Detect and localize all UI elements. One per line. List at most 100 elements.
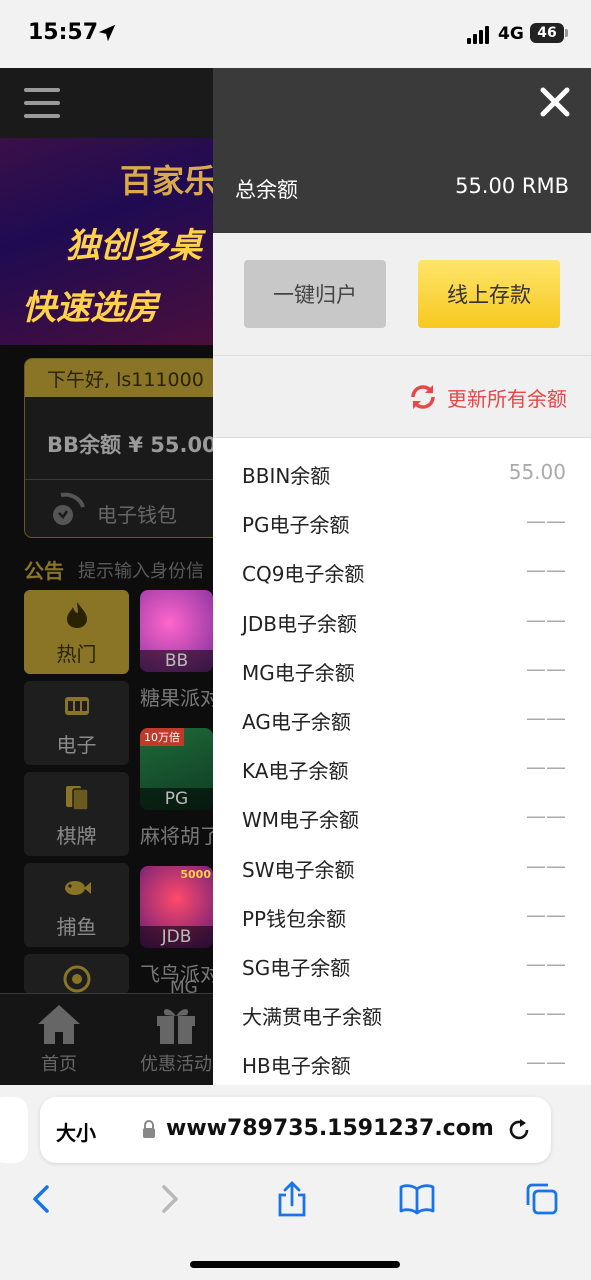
tabs-icon[interactable] — [524, 1181, 560, 1217]
game-tag: 10万倍 — [140, 728, 184, 746]
refresh-icon — [411, 385, 435, 409]
balance-row: WM电子余额 —— — [213, 792, 591, 841]
forward-icon[interactable] — [151, 1181, 187, 1217]
game-name: 糖果派对 — [140, 686, 213, 710]
balance-value: —— — [526, 1050, 566, 1075]
close-icon[interactable] — [535, 82, 575, 122]
balance-value: —— — [526, 804, 566, 829]
balance-row: PP钱包余额 —— — [213, 891, 591, 940]
slot-machine-icon — [65, 697, 89, 715]
balance-value: —— — [526, 705, 566, 730]
game-provider-badge: JDB — [140, 926, 213, 948]
chip-icon — [63, 965, 91, 993]
game-tag: 5000 — [180, 868, 211, 881]
game-provider-badge: PG — [140, 788, 213, 810]
balance-name: SG电子余额 — [242, 955, 351, 980]
balance-value: —— — [526, 853, 566, 878]
background-page: 百家乐 独创多桌 快速选房 下午好, ls111000 BB余额 ¥ 55.00… — [0, 68, 213, 1085]
balance-name: JDB电子余额 — [242, 611, 358, 636]
balance-value: —— — [526, 509, 566, 534]
balance-row: CQ9电子余额 —— — [213, 546, 591, 595]
status-time: 15:57 — [28, 20, 99, 45]
battery-icon: 46 — [530, 23, 568, 43]
game-name: 麻将胡了 — [140, 824, 213, 848]
category-slots[interactable]: 电子 — [24, 681, 129, 765]
balance-value: —— — [526, 951, 566, 976]
banner-line-3: 快速选房 — [22, 288, 158, 328]
previous-tab-preview[interactable] — [0, 1097, 28, 1163]
balance-row: PG电子余额 —— — [213, 497, 591, 546]
balance-row: SG电子余额 —— — [213, 940, 591, 989]
back-icon[interactable] — [24, 1181, 60, 1217]
total-balance-value: 55.00 RMB — [455, 174, 569, 198]
text-size-button[interactable]: 大小 — [56, 1117, 96, 1146]
refresh-all-balances-button[interactable]: 更新所有余额 — [409, 382, 567, 412]
game-tile[interactable]: BB — [140, 590, 213, 672]
game-provider-badge: BB — [140, 650, 213, 672]
category-label: 捕鱼 — [56, 915, 97, 939]
refresh-area: 更新所有余额 — [213, 356, 591, 438]
balance-row: 大满贯电子余额 —— — [213, 989, 591, 1038]
balance-name: PP钱包余额 — [242, 906, 347, 931]
promo-banner[interactable]: 百家乐 独创多桌 快速选房 — [0, 138, 213, 345]
balance-name: CQ9电子余额 — [242, 562, 365, 587]
banner-line-1: 百家乐 — [120, 162, 213, 200]
balance-name: MG电子余额 — [242, 660, 355, 685]
balance-name: WM电子余额 — [242, 808, 360, 833]
fish-icon — [65, 881, 91, 895]
balance-row: AG电子余额 —— — [213, 694, 591, 743]
balance-name: 大满贯电子余额 — [242, 1005, 382, 1030]
drawer-header: 总余额 55.00 RMB — [213, 68, 591, 233]
browser-toolbar: 大小 www789735.1591237.com — [0, 1085, 591, 1280]
nav-home[interactable]: 首页 — [14, 1002, 104, 1076]
category-cards[interactable]: 棋牌 — [24, 772, 129, 856]
balance-value: —— — [526, 558, 566, 583]
reload-icon[interactable] — [506, 1117, 532, 1143]
address-bar[interactable]: 大小 www789735.1591237.com — [40, 1097, 551, 1163]
category-fishing[interactable]: 捕鱼 — [24, 863, 129, 947]
bookmarks-icon[interactable] — [399, 1181, 435, 1217]
balance-row: MG电子余额 —— — [213, 645, 591, 694]
balance-name: SW电子余额 — [242, 857, 355, 882]
balance-drawer: 总余额 55.00 RMB 一键归户 线上存款 更新所有余额 BBIN余额 55.… — [213, 68, 591, 1085]
cellular-signal-icon — [467, 26, 491, 44]
network-type: 4G — [498, 24, 524, 44]
home-indicator — [190, 1261, 400, 1268]
game-tile[interactable]: 5000 JDB — [140, 866, 213, 948]
balance-value: —— — [526, 607, 566, 632]
category-hot[interactable]: 热门 — [24, 590, 129, 674]
share-icon[interactable] — [274, 1181, 310, 1217]
online-deposit-button[interactable]: 线上存款 — [418, 260, 560, 328]
menu-icon[interactable] — [24, 88, 60, 118]
nav-label: 首页 — [41, 1054, 77, 1075]
url-text: www789735.1591237.com — [166, 1116, 494, 1141]
balance-name: PG电子余额 — [242, 513, 350, 538]
category-more[interactable] — [24, 954, 129, 994]
home-icon — [38, 1005, 80, 1044]
total-balance-label: 总余额 — [235, 178, 298, 202]
balance-row: SW电子余额 —— — [213, 842, 591, 891]
nav-promotions[interactable]: 优惠活动 — [131, 1002, 213, 1076]
lock-icon — [143, 1120, 155, 1138]
balance-name: BBIN余额 — [242, 464, 331, 488]
category-label: 棋牌 — [56, 824, 97, 848]
refresh-label: 更新所有余额 — [447, 386, 567, 411]
wallet-link[interactable]: 电子钱包 — [97, 499, 177, 528]
banner-line-2: 独创多桌 — [66, 226, 202, 266]
balance-name: KA电子余额 — [242, 759, 349, 784]
greeting: 下午好, ls111000 — [25, 359, 213, 397]
app-header — [0, 68, 213, 138]
gift-icon — [157, 1009, 195, 1044]
game-tile[interactable]: 10万倍 PG — [140, 728, 213, 810]
balance-value: —— — [526, 656, 566, 681]
account-balance: BB余额 ¥ 55.00 — [47, 433, 213, 457]
status-bar: 15:57 4G 46 — [0, 0, 591, 68]
balance-value: —— — [526, 902, 566, 927]
notice-label: 公告 — [24, 559, 64, 583]
balance-row: JDB电子余额 —— — [213, 596, 591, 645]
balance-row: BBIN余额 55.00 — [213, 448, 591, 497]
notice-text: 提示输入身份信 — [78, 561, 204, 582]
one-click-recover-button[interactable]: 一键归户 — [244, 260, 386, 328]
balance-list: BBIN余额 55.00 PG电子余额 —— CQ9电子余额 —— JDB电子余额 ——… — [213, 448, 591, 1085]
balance-value: —— — [526, 1001, 566, 1026]
